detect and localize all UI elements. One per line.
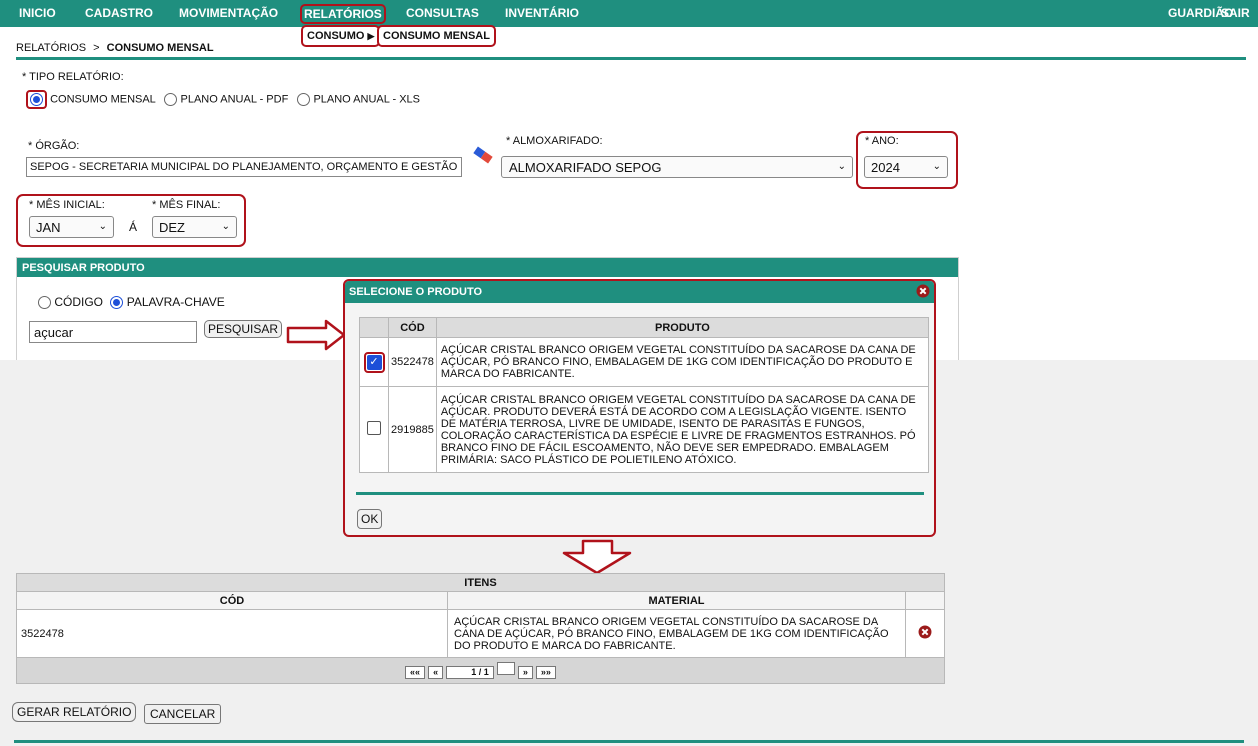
breadcrumb-parent[interactable]: RELATÓRIOS [16, 42, 86, 54]
breadcrumb-separator: > [93, 42, 100, 54]
radio-label-consumo-mensal: CONSUMO MENSAL [50, 93, 156, 106]
modal-col-code: CÓD [388, 317, 437, 338]
mes-inicial-value: JAN [36, 220, 61, 235]
items-row-remove-cell [905, 609, 945, 658]
radio-label-palavra-chave: PALAVRA-CHAVE [126, 295, 225, 309]
items-title: ITENS [16, 573, 945, 592]
pager-page: 1 / 1 [446, 666, 494, 679]
mes-separator: Á [129, 220, 138, 234]
mes-final-value: DEZ [159, 220, 185, 235]
almoxarifado-select[interactable]: ALMOXARIFADO SEPOG ⌄ [501, 156, 853, 178]
close-icon[interactable] [916, 284, 930, 301]
product-modal: SELECIONE O PRODUTO CÓD PRODUTO ✓ 352247… [343, 279, 936, 537]
almoxarifado-label: * ALMOXARIFADO: [506, 135, 603, 147]
checkbox-checked[interactable]: ✓ [366, 354, 382, 370]
modal-divider [356, 492, 924, 495]
submenu-consumo-mensal[interactable]: CONSUMO MENSAL [377, 25, 496, 47]
items-col-material: MATERIAL [447, 591, 906, 610]
submenu-consumo-label: CONSUMO [307, 30, 365, 42]
search-button[interactable]: PESQUISAR [204, 320, 283, 338]
chevron-down-icon: ⌄ [932, 161, 941, 172]
mes-inicial-select[interactable]: JAN ⌄ [29, 216, 114, 238]
report-type-selected-highlight [26, 90, 47, 109]
pager-first[interactable]: «« [405, 666, 426, 679]
items-row-code: 3522478 [16, 609, 448, 658]
chevron-down-icon: ⌄ [837, 161, 846, 172]
modal-row-code: 2919885 [388, 386, 437, 473]
breadcrumb: RELATÓRIOS > CONSUMO MENSAL [16, 42, 214, 54]
mes-final-select[interactable]: DEZ ⌄ [152, 216, 237, 238]
radio-plano-anual-pdf[interactable] [164, 93, 178, 106]
nav-consultas[interactable]: CONSULTAS [406, 6, 479, 20]
chevron-down-icon: ⌄ [98, 221, 107, 232]
nav-relatorios[interactable]: RELATÓRIOS [299, 4, 387, 24]
eraser-icon[interactable] [472, 146, 494, 164]
search-mode-group: CÓDIGO PALAVRA-CHAVE [38, 295, 225, 310]
nav-relatorios-label: RELATÓRIOS [300, 4, 386, 24]
modal-row-product: AÇÚCAR CRISTAL BRANCO ORIGEM VEGETAL CON… [435, 386, 930, 473]
nav-inventario[interactable]: INVENTÁRIO [505, 6, 579, 20]
breadcrumb-current: CONSUMO MENSAL [106, 42, 214, 54]
radio-consumo-mensal[interactable] [30, 93, 43, 106]
nav-inicio[interactable]: INICIO [19, 6, 56, 20]
modal-row-product: AÇÚCAR CRISTAL BRANCO ORIGEM VEGETAL CON… [435, 337, 930, 387]
nav-cadastro[interactable]: CADASTRO [85, 6, 153, 20]
radio-codigo[interactable] [38, 296, 51, 310]
ano-select[interactable]: 2024 ⌄ [864, 156, 948, 178]
modal-row[interactable]: ✓ 3522478 AÇÚCAR CRISTAL BRANCO ORIGEM V… [359, 337, 930, 387]
footer-divider [14, 740, 1244, 743]
remove-icon[interactable] [918, 625, 932, 642]
ano-value: 2024 [871, 160, 900, 175]
checkbox-unchecked[interactable] [367, 421, 381, 435]
modal-row[interactable]: 2919885 AÇÚCAR CRISTAL BRANCO ORIGEM VEG… [359, 386, 930, 473]
nav-sair[interactable]: SAIR [1221, 6, 1250, 20]
radio-label-plano-anual-xls: PLANO ANUAL - XLS [313, 93, 421, 106]
chevron-down-icon: ⌄ [221, 221, 230, 232]
pager-last[interactable]: »» [535, 666, 556, 679]
arrow-right-icon [286, 319, 346, 354]
nav-movimentacao[interactable]: MOVIMENTAÇÃO [179, 6, 278, 20]
modal-table: CÓD PRODUTO ✓ 3522478 AÇÚCAR CRISTAL BRA… [359, 317, 930, 473]
mes-inicial-label: * MÊS INICIAL: [29, 199, 105, 211]
search-input[interactable]: açucar [29, 321, 197, 343]
modal-title: SELECIONE O PRODUTO [349, 286, 483, 298]
items-col-code: CÓD [16, 591, 448, 610]
radio-plano-anual-xls[interactable] [297, 93, 311, 106]
modal-row-code: 3522478 [388, 337, 437, 387]
orgao-field[interactable]: SEPOG - SECRETARIA MUNICIPAL DO PLANEJAM… [26, 157, 462, 177]
report-type-label: * TIPO RELATÓRIO: [22, 71, 124, 83]
top-nav: INICIO CADASTRO MOVIMENTAÇÃO RELATÓRIOS … [0, 0, 1258, 27]
checkbox-highlight: ✓ [363, 351, 385, 373]
radio-palavra-chave[interactable] [110, 296, 124, 310]
ano-label: * ANO: [865, 135, 899, 147]
modal-row-check-cell [359, 386, 389, 473]
pager-next[interactable]: » [517, 666, 533, 679]
generate-report-button[interactable]: GERAR RELATÓRIO [12, 702, 137, 722]
caret-right-icon: ▶ [367, 31, 375, 41]
radio-label-plano-anual-pdf: PLANO ANUAL - PDF [180, 93, 289, 106]
almoxarifado-value: ALMOXARIFADO SEPOG [509, 160, 662, 175]
modal-col-product: PRODUTO [435, 317, 930, 338]
modal-row-check-cell: ✓ [359, 337, 389, 387]
report-type-group: CONSUMO MENSAL PLANO ANUAL - PDF PLANO A… [26, 90, 420, 109]
orgao-label: * ÓRGÃO: [28, 140, 80, 152]
modal-col-check [359, 317, 389, 338]
table-row: 3522478 AÇÚCAR CRISTAL BRANCO ORIGEM VEG… [16, 609, 945, 658]
radio-label-codigo: CÓDIGO [54, 295, 104, 309]
mes-final-label: * MÊS FINAL: [152, 199, 221, 211]
pager-prev[interactable]: « [428, 666, 444, 679]
search-panel-title: PESQUISAR PRODUTO [17, 258, 958, 277]
pager: «« « 1 / 1 » »» [16, 657, 945, 684]
items-col-action [905, 591, 945, 610]
submenu-consumo[interactable]: CONSUMO ▶ [300, 25, 381, 47]
modal-header: SELECIONE O PRODUTO [345, 281, 934, 303]
items-row-material: AÇÚCAR CRISTAL BRANCO ORIGEM VEGETAL CON… [447, 609, 906, 658]
items-table: ITENS CÓD MATERIAL 3522478 AÇÚCAR CRISTA… [16, 573, 945, 684]
modal-ok-button[interactable]: OK [357, 509, 383, 529]
cancel-button[interactable]: CANCELAR [144, 704, 222, 724]
header-divider [16, 57, 1246, 60]
pager-spacer [496, 662, 515, 675]
